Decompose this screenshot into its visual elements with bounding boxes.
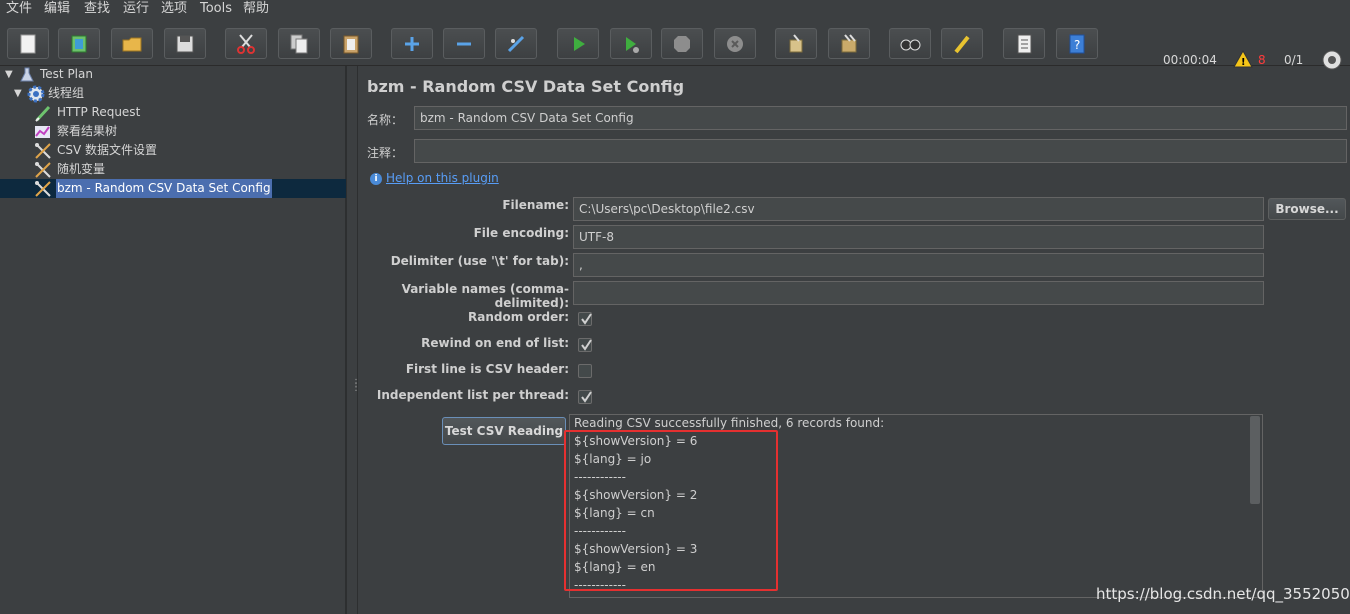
config-tools-icon <box>35 162 51 178</box>
test-plan-tree: ▼ Test Plan ▼ 线程组 HTTP Request 察看结果树 CSV… <box>0 66 346 614</box>
result-scrollbar[interactable] <box>1250 416 1260 504</box>
active-threads: 0/1 <box>1284 53 1304 67</box>
delimiter-label: Delimiter (use '\t' for tab): <box>390 254 569 268</box>
save-icon[interactable] <box>164 28 206 59</box>
name-label: 名称： <box>367 113 404 127</box>
first-line-header-checkbox[interactable] <box>578 364 592 378</box>
browse-button[interactable]: Browse... <box>1268 198 1346 220</box>
test-plan-icon <box>20 67 34 82</box>
menu-run[interactable]: 运行 <box>123 0 149 18</box>
test-csv-reading-button[interactable]: Test CSV Reading <box>442 417 566 445</box>
menu-options[interactable]: 选项 <box>161 0 187 18</box>
tree-node-view-results-tree[interactable]: 察看结果树 <box>0 122 346 141</box>
menu-tools[interactable]: Tools <box>200 0 232 18</box>
new-file-icon[interactable] <box>7 28 49 59</box>
filename-field[interactable]: C:\Users\pc\Desktop\file2.csv <box>573 197 1264 221</box>
info-icon: i <box>370 173 382 185</box>
first-line-header-label: First line is CSV header: <box>405 362 569 376</box>
sampler-pen-icon <box>35 105 51 122</box>
config-tools-icon <box>35 143 51 159</box>
menu-help[interactable]: 帮助 <box>243 0 269 18</box>
listener-chart-icon <box>35 126 50 138</box>
variable-names-field[interactable] <box>573 281 1264 305</box>
name-field[interactable]: bzm - Random CSV Data Set Config <box>414 106 1347 130</box>
function-helper-icon[interactable] <box>1003 28 1045 59</box>
menu-edit[interactable]: 编辑 <box>44 0 70 18</box>
tree-node-test-plan[interactable]: ▼ Test Plan <box>0 65 346 84</box>
delimiter-field[interactable]: , <box>573 253 1264 277</box>
tree-node-random-csv-config[interactable]: bzm - Random CSV Data Set Config <box>0 179 346 198</box>
open-icon[interactable] <box>111 28 153 59</box>
expand-icon[interactable] <box>391 28 433 59</box>
elapsed-timer: 00:00:04 <box>1163 53 1217 67</box>
tree-node-random-variable[interactable]: 随机变量 <box>0 160 346 179</box>
random-order-checkbox[interactable] <box>578 312 592 326</box>
toggle-icon[interactable] <box>495 28 537 59</box>
start-icon[interactable] <box>557 28 599 59</box>
help-link[interactable]: Help on this plugin <box>386 171 499 185</box>
toolbar: ? 00:00:04 ! 8 0/1 <box>0 18 1350 70</box>
stop-icon[interactable] <box>661 28 703 59</box>
highlight-annotation-box <box>564 430 778 591</box>
variable-names-label: Variable names (comma-delimited): <box>401 282 569 310</box>
warning-count: 8 <box>1258 53 1266 67</box>
random-order-label: Random order: <box>467 310 569 324</box>
comment-field[interactable] <box>414 139 1347 163</box>
menu-search[interactable]: 查找 <box>84 0 110 18</box>
menu-bar: 文件 编辑 查找 运行 选项 Tools 帮助 <box>0 0 1350 18</box>
filename-label: Filename: <box>502 198 569 212</box>
templates-icon[interactable] <box>58 28 100 59</box>
comment-label: 注释： <box>367 146 404 160</box>
reset-search-icon[interactable] <box>941 28 983 59</box>
page-title: bzm - Random CSV Data Set Config <box>367 77 685 96</box>
start-no-pause-icon[interactable] <box>610 28 652 59</box>
collapse-icon[interactable] <box>443 28 485 59</box>
expand-arrow-icon[interactable]: ▼ <box>14 84 22 103</box>
expand-arrow-icon[interactable]: ▼ <box>5 65 13 84</box>
encoding-label: File encoding: <box>473 226 569 240</box>
shutdown-icon[interactable] <box>714 28 756 59</box>
independent-list-label: Independent list per thread: <box>376 388 569 402</box>
search-icon[interactable] <box>889 28 931 59</box>
help-icon[interactable]: ? <box>1056 28 1098 59</box>
config-tools-icon <box>35 181 51 197</box>
menu-file[interactable]: 文件 <box>6 0 32 18</box>
clear-icon[interactable] <box>775 28 817 59</box>
tree-node-csv-data-set[interactable]: CSV 数据文件设置 <box>0 141 346 160</box>
tree-node-thread-group[interactable]: ▼ 线程组 <box>0 84 346 103</box>
paste-icon[interactable] <box>330 28 372 59</box>
copy-icon[interactable] <box>278 28 320 59</box>
config-panel: bzm - Random CSV Data Set Config 名称： bzm… <box>358 66 1350 614</box>
watermark-text: https://blog.csdn.net/qq_35520506 <box>1096 585 1350 603</box>
clear-all-icon[interactable] <box>828 28 870 59</box>
rewind-checkbox[interactable] <box>578 338 592 352</box>
svg-text:?: ? <box>1074 38 1080 52</box>
rewind-label: Rewind on end of list: <box>421 336 569 350</box>
thread-group-gear-icon <box>27 85 45 103</box>
encoding-field[interactable]: UTF-8 <box>573 225 1264 249</box>
tree-node-http-request[interactable]: HTTP Request <box>0 103 346 122</box>
independent-list-checkbox[interactable] <box>578 390 592 404</box>
cut-icon[interactable] <box>225 28 267 59</box>
